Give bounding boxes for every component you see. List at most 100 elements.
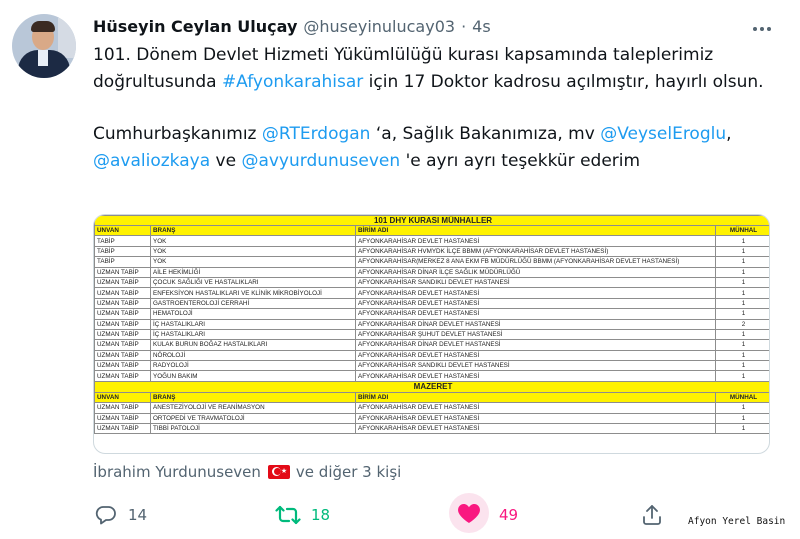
column-header: BİRİM ADI	[355, 391, 716, 404]
cell-munhal: 1	[714, 328, 769, 341]
cell-birim: AFYONKARAHİSAR DİNAR İLÇE SAĞLIK MÜDÜRLÜ…	[355, 266, 716, 278]
cell-brans: YOK	[150, 235, 356, 247]
cell-birim: AFYONKARAHİSAR DİNAR DEVLET HASTANESİ	[355, 318, 716, 330]
cell-birim: AFYONKARAHİSAR DEVLET HASTANESİ	[355, 349, 716, 362]
cell-unvan: UZMAN TABİP	[94, 276, 151, 289]
tweet-paragraph-1: 101. Dönem Devlet Hizmeti Yükümlülüğü ku…	[93, 45, 764, 92]
heart-icon	[449, 493, 489, 533]
table-header-row: UNVAN BRANŞ BİRİM ADI MÜNHAL	[94, 391, 769, 404]
mention-link[interactable]: @avyurdunuseven	[241, 151, 400, 171]
cell-brans: TIBBİ PATOLOJİ	[150, 423, 356, 435]
cell-birim: AFYONKARAHİSAR DEVLET HASTANESİ	[355, 412, 716, 425]
cell-munhal: 1	[714, 287, 769, 299]
cell-brans: AİLE HEKİMLİĞİ	[150, 266, 356, 278]
tweet: Hüseyin Ceylan Uluçay @huseyinulucay03 ·…	[0, 0, 800, 539]
cell-unvan: TABİP	[94, 256, 151, 268]
cell-brans: İÇ HASTALIKLARI	[150, 328, 356, 341]
retweet-count: 18	[311, 506, 331, 524]
cell-munhal: 1	[714, 412, 769, 425]
column-header: UNVAN	[94, 224, 151, 237]
table-row: UZMAN TABİP ORTOPEDİ VE TRAVMATOLOJİ AFYON…	[94, 412, 769, 425]
table-title: 101 DHY KURASI MÜNHALLER	[94, 215, 769, 226]
liked-by[interactable]: İbrahim Yurdunuseven ★ ve diğer 3 kişi	[93, 462, 401, 482]
table-row: UZMAN TABİP YOĞUN BAKIM AFYONKARAHİSAR DEV…	[94, 370, 769, 382]
cell-munhal: 1	[714, 256, 769, 268]
cell-unvan: UZMAN TABİP	[94, 370, 151, 382]
cell-birim: AFYONKARAHİSAR DEVLET HASTANESİ	[355, 287, 716, 299]
cell-munhal: 1	[714, 297, 769, 310]
cell-brans: YOK	[150, 245, 356, 258]
cell-unvan: UZMAN TABİP	[94, 360, 151, 372]
like-count: 49	[499, 506, 519, 524]
watermark: Afyon Yerel Basin	[688, 516, 786, 527]
author-handle[interactable]: @huseyinulucay03	[303, 17, 455, 36]
mazeret-title: MAZERET	[94, 380, 769, 393]
table-row: UZMAN TABİP ANESTEZİYOLOJİ VE REANİMASYON…	[94, 402, 769, 414]
cell-unvan: UZMAN TABİP	[94, 349, 151, 362]
avatar[interactable]	[12, 14, 76, 78]
tweet-paragraph-2: Cumhurbaşkanımız @RTErdogan ‘a, Sağlık B…	[93, 124, 732, 171]
cell-brans: YOĞUN BAKIM	[150, 370, 356, 382]
cell-birim: AFYONKARAHİSAR DEVLET HASTANESİ	[355, 235, 716, 247]
column-header: BRANŞ	[150, 224, 356, 237]
cell-unvan: UZMAN TABİP	[94, 412, 151, 425]
cell-munhal: 1	[714, 235, 769, 247]
reply-count: 14	[128, 506, 148, 524]
cell-birim: AFYONKARAHİSAR DİNAR DEVLET HASTANESİ	[355, 339, 716, 351]
retweet-button[interactable]: 18	[275, 500, 330, 530]
cell-brans: İÇ HASTALIKLARI	[150, 318, 356, 330]
cell-birim: AFYONKARAHİSAR DEVLET HASTANESİ	[355, 423, 716, 435]
cell-brans: GASTROENTEROLOJİ CERRAHİ	[150, 297, 356, 310]
cell-unvan: UZMAN TABİP	[94, 297, 151, 310]
cell-unvan: UZMAN TABİP	[94, 318, 151, 330]
author-name[interactable]: Hüseyin Ceylan Uluçay	[93, 17, 297, 36]
cell-munhal: 1	[714, 276, 769, 289]
cell-brans: NÖROLOJİ	[150, 349, 356, 362]
cell-munhal: 2	[714, 318, 769, 330]
column-header: MÜNHAL	[714, 391, 769, 404]
cell-unvan: UZMAN TABİP	[94, 308, 151, 320]
cell-unvan: UZMAN TABİP	[94, 328, 151, 341]
cell-unvan: UZMAN TABİP	[94, 287, 151, 299]
column-header: BİRİM ADI	[355, 224, 716, 237]
cell-birim: AFYONKARAHİSAR(MERKEZ 8 ANA EKM FB MÜDÜR…	[355, 256, 716, 268]
tweet-header: Hüseyin Ceylan Uluçay @huseyinulucay03 ·…	[93, 14, 491, 38]
cell-munhal: 1	[714, 266, 769, 278]
attached-image[interactable]: 101 DHY KURASI MÜNHALLER UNVAN BRANŞ BİR…	[93, 214, 770, 454]
mention-link[interactable]: @avaliozkaya	[93, 151, 210, 171]
mention-link[interactable]: @VeyselEroglu	[600, 124, 726, 144]
cell-brans: ÇOCUK SAĞLIĞI VE HASTALIKLARI	[150, 276, 356, 289]
hashtag-link[interactable]: #Afyonkarahisar	[222, 72, 363, 92]
share-button[interactable]	[640, 500, 664, 530]
like-button[interactable]: 49	[449, 493, 519, 533]
table-row: UZMAN TABİP İÇ HASTALIKLARI AFYONKARAHİSAR…	[94, 318, 769, 330]
table-row: TABİP YOK AFYONKARAHİSAR DEVLET HASTANESİ 1	[94, 235, 769, 247]
cell-munhal: 1	[714, 423, 769, 435]
cell-brans: KULAK BURUN BOĞAZ HASTALIKLARI	[150, 339, 356, 351]
table-row: UZMAN TABİP KULAK BURUN BOĞAZ HASTALIKLAR…	[94, 339, 769, 351]
cell-munhal: 1	[714, 370, 769, 382]
timestamp[interactable]: 4s	[472, 17, 491, 36]
table-row: UZMAN TABİP AİLE HEKİMLİĞİ AFYONKARAHİSAR …	[94, 266, 769, 278]
cell-munhal: 1	[714, 339, 769, 351]
vacancy-table: 101 DHY KURASI MÜNHALLER UNVAN BRANŞ BİR…	[94, 215, 769, 435]
cell-birim: AFYONKARAHİSAR DEVLET HASTANESİ	[355, 402, 716, 414]
reply-button[interactable]: 14	[94, 500, 147, 530]
liked-by-name[interactable]: İbrahim Yurdunuseven	[93, 463, 261, 481]
cell-birim: AFYONKARAHİSAR ŞUHUT DEVLET HASTANESİ	[355, 328, 716, 341]
cell-munhal: 1	[714, 360, 769, 372]
table-row: UZMAN TABİP ENFEKSİYON HASTALIKLARI VE KL…	[94, 287, 769, 299]
mention-link[interactable]: @RTErdogan	[262, 124, 371, 144]
cell-brans: RADYOLOJİ	[150, 360, 356, 372]
more-icon[interactable]	[752, 16, 772, 37]
cell-unvan: TABİP	[94, 245, 151, 258]
reply-icon	[94, 503, 118, 527]
cell-munhal: 1	[714, 245, 769, 258]
table-row: UZMAN TABİP ÇOCUK SAĞLIĞI VE HASTALIKLARI…	[94, 276, 769, 289]
table-row: TABİP YOK AFYONKARAHİSAR(MERKEZ 8 ANA EKM …	[94, 256, 769, 268]
cell-brans: YOK	[150, 256, 356, 268]
turkish-flag-icon: ★	[267, 465, 290, 479]
cell-unvan: UZMAN TABİP	[94, 266, 151, 278]
cell-brans: HEMATOLOJİ	[150, 308, 356, 320]
cell-munhal: 1	[714, 349, 769, 362]
